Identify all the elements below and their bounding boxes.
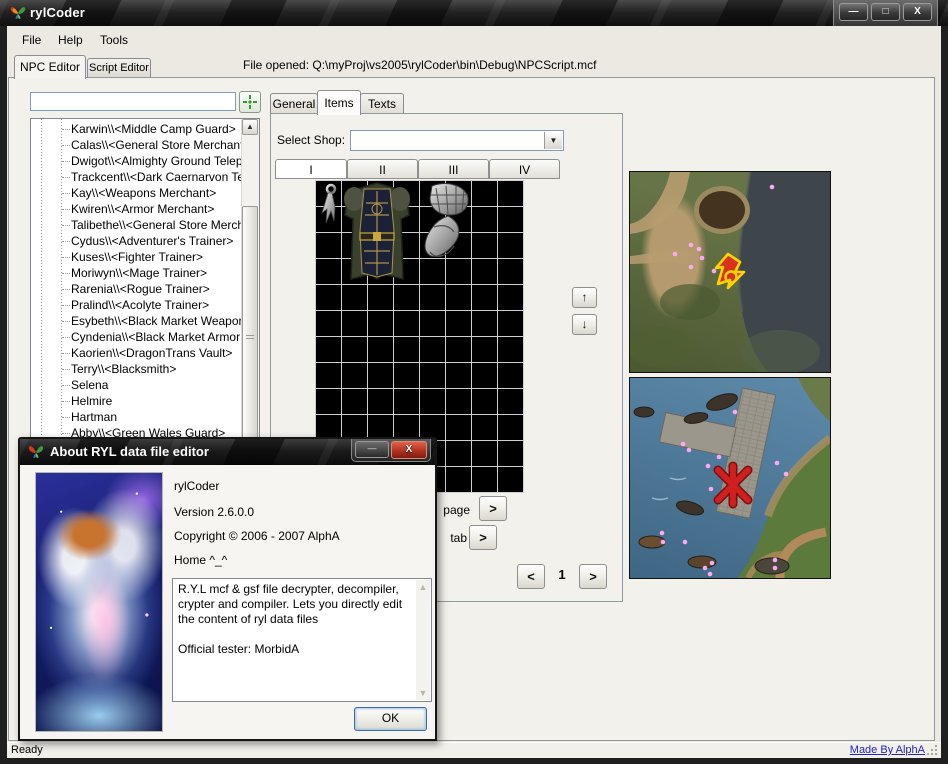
tree-item[interactable]: Kaorien\\<DragonTrans Vault>: [31, 345, 242, 361]
next-tab-button[interactable]: >: [469, 525, 497, 550]
application-window: rylCoder — □ X File Help Tools NPC Edito…: [0, 0, 948, 764]
about-home-link[interactable]: Home ^_^: [174, 553, 227, 568]
description-scrollbar[interactable]: ▲ ▼: [416, 580, 430, 700]
move-up-button[interactable]: ↑: [572, 287, 597, 308]
world-map-overview[interactable]: [629, 171, 831, 373]
minimize-button[interactable]: —: [839, 3, 868, 21]
tree-item[interactable]: Trackcent\\<Dark Caernarvon Tele: [31, 169, 242, 185]
item-icon-pendant[interactable]: [318, 183, 342, 231]
tree-item[interactable]: Terry\\<Blacksmith>: [31, 361, 242, 377]
about-dialog: About RYL data file editor — X rylCoder …: [18, 437, 437, 741]
tab-general[interactable]: General: [270, 93, 318, 114]
app-logo-icon: [28, 444, 44, 460]
about-app-name: rylCoder: [174, 479, 219, 494]
next-page-nav-button[interactable]: >: [579, 564, 607, 589]
app-logo-icon: [10, 5, 26, 21]
world-map-detail[interactable]: [629, 377, 831, 579]
status-bar: Ready Made By AlphA: [7, 742, 941, 758]
menu-help[interactable]: Help: [54, 32, 87, 49]
tab-script-editor[interactable]: Script Editor: [87, 58, 151, 78]
item-icon-gauntlet[interactable]: [420, 182, 472, 277]
about-version: Version 2.6.0.0: [174, 505, 254, 520]
scrollbar-thumb[interactable]: [242, 206, 258, 468]
resize-grip[interactable]: [935, 753, 937, 755]
tree-item[interactable]: Pralind\\<Acolyte Trainer>: [31, 297, 242, 313]
tree-item[interactable]: Kwiren\\<Armor Merchant>: [31, 201, 242, 217]
scroll-down-icon[interactable]: ▼: [416, 686, 430, 700]
dialog-minimize-button[interactable]: —: [355, 441, 389, 458]
select-shop-label: Select Shop:: [277, 133, 345, 147]
chevron-down-icon[interactable]: ▼: [544, 132, 562, 149]
prev-page-nav-button[interactable]: <: [517, 564, 545, 589]
search-input[interactable]: [30, 92, 236, 111]
menu-bar: File Help Tools: [7, 28, 941, 52]
shop-page-1-button[interactable]: I: [275, 159, 347, 179]
shop-page-3-button[interactable]: III: [418, 159, 489, 179]
made-by-link[interactable]: Made By AlphA: [850, 744, 925, 756]
map-terrain-art: [630, 172, 830, 372]
tab-items[interactable]: Items: [317, 90, 361, 115]
tree-item[interactable]: Helmire: [31, 393, 242, 409]
dialog-window-controls: — X: [351, 439, 431, 462]
title-bar[interactable]: rylCoder — □ X: [0, 0, 948, 26]
tree-item[interactable]: Rarenia\\<Rogue Trainer>: [31, 281, 242, 297]
tree-item[interactable]: Esybeth\\<Black Market Weapons I: [31, 313, 242, 329]
menu-file[interactable]: File: [18, 32, 45, 49]
tree-item[interactable]: Dwigot\\<Almighty Ground Teleport: [31, 153, 242, 169]
about-description-text: R.Y.L mcf & gsf file decrypter, decompil…: [178, 582, 413, 657]
tree-item[interactable]: Kay\\<Weapons Merchant>: [31, 185, 242, 201]
file-opened-label: File opened: Q:\myProj\vs2005\rylCoder\b…: [243, 57, 596, 73]
scroll-up-icon[interactable]: ▲: [242, 119, 258, 135]
tree-item[interactable]: Selena: [31, 377, 242, 393]
about-artwork-image: [35, 472, 163, 732]
locate-button[interactable]: [239, 91, 261, 113]
crosshair-icon: [243, 95, 257, 109]
move-down-button[interactable]: ↓: [572, 314, 597, 335]
dialog-close-button[interactable]: X: [391, 441, 427, 459]
tree-item[interactable]: Cydus\\<Adventurer's Trainer>: [31, 233, 242, 249]
tree-item[interactable]: Karwin\\<Middle Camp Guard>: [31, 121, 242, 137]
dialog-title-bar[interactable]: About RYL data file editor — X: [20, 439, 435, 465]
shop-page-2-button[interactable]: II: [347, 159, 418, 179]
tab-texts[interactable]: Texts: [360, 93, 404, 114]
tree-item[interactable]: Talibethe\\<General Store Merchan: [31, 217, 242, 233]
tree-item[interactable]: Hartman: [31, 409, 242, 425]
next-page-button[interactable]: >: [479, 496, 507, 521]
page-number: 1: [549, 567, 575, 582]
map-harbor-art: [630, 378, 830, 578]
shop-combobox[interactable]: ▼: [350, 130, 564, 151]
window-title: rylCoder: [30, 5, 85, 20]
tree-item[interactable]: Calas\\<General Store Merchant>: [31, 137, 242, 153]
maximize-button[interactable]: □: [871, 3, 900, 21]
status-text: Ready: [11, 744, 43, 756]
dialog-title: About RYL data file editor: [50, 444, 209, 459]
tree-item[interactable]: Cyndenia\\<Black Market Armor De: [31, 329, 242, 345]
tree-item[interactable]: Kuses\\<Fighter Trainer>: [31, 249, 242, 265]
shop-page-4-button[interactable]: IV: [489, 159, 560, 179]
scroll-up-icon[interactable]: ▲: [416, 580, 430, 594]
tab-npc-editor[interactable]: NPC Editor: [14, 55, 86, 79]
item-icon-armor[interactable]: [342, 181, 412, 283]
ok-button[interactable]: OK: [354, 707, 427, 731]
tree-item[interactable]: Moriwyn\\<Mage Trainer>: [31, 265, 242, 281]
menu-tools[interactable]: Tools: [96, 32, 132, 49]
close-button[interactable]: X: [903, 3, 932, 21]
about-copyright: Copyright © 2006 - 2007 AlphA: [174, 529, 340, 544]
about-description-box[interactable]: R.Y.L mcf & gsf file decrypter, decompil…: [172, 578, 432, 702]
